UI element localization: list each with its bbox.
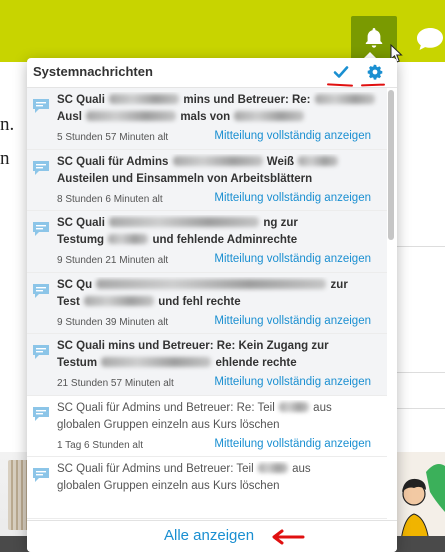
redacted-text	[86, 111, 177, 121]
notification-subject: SC Qu zur Test und fehl rechte	[57, 277, 379, 311]
background-text-line: n	[0, 148, 10, 169]
redacted-text	[257, 463, 288, 473]
checkmark-icon[interactable]	[333, 64, 349, 80]
subject-text: Testumg	[57, 234, 105, 246]
redacted-text	[84, 295, 154, 306]
message-icon	[33, 99, 49, 113]
message-icon	[33, 406, 49, 421]
red-annotation-underline	[326, 83, 354, 87]
subject-text: einzeln aus Kurs löschen	[151, 418, 280, 431]
background-divider	[395, 246, 445, 247]
redacted-text	[298, 155, 339, 166]
notification-item[interactable]: SC Quali für Admins Weiß Austeilen und E…	[27, 149, 387, 211]
subject-text: globalen Gruppen einzeln aus Kurs lösche…	[57, 480, 280, 492]
subject-text: mals von	[180, 111, 231, 123]
subject-text: mins und Betreuer: Re:	[183, 94, 311, 106]
subject-text: zur	[330, 278, 348, 291]
redacted-text	[234, 111, 305, 121]
subject-text: SC Quali	[57, 217, 105, 229]
subject-text: SC Quali für Admins	[57, 155, 169, 168]
notification-item[interactable]: SC Quali ng zur Testumg und fehlende Adm…	[27, 211, 387, 273]
gear-icon[interactable]	[367, 64, 383, 80]
notification-age: 9 Stunden 39 Minuten alt	[57, 316, 169, 328]
show-full-message-link[interactable]: Mitteilung vollständig anzeigen	[214, 438, 371, 450]
subject-text: mins und Betreuer: Re: Kein Zugang zur	[108, 340, 329, 352]
notification-age: 1 Tag 6 Stunden alt	[57, 439, 143, 451]
subject-text: ng zur	[263, 217, 298, 229]
subject-text: SC Quali	[57, 340, 105, 352]
redacted-text	[109, 217, 260, 227]
show-full-message-link[interactable]: Mitteilung vollständig anzeigen	[214, 376, 371, 388]
redacted-text	[109, 94, 180, 104]
background-divider	[395, 408, 445, 409]
background-divider	[395, 372, 445, 373]
notification-subject: SC Quali mins und Betreuer: Re: Ausl mal…	[57, 92, 379, 126]
subject-text: Ausl	[57, 111, 82, 123]
notification-age: 8 Stunden 6 Minuten alt	[57, 193, 163, 205]
subject-text: aus	[313, 401, 332, 414]
subject-text: Test	[57, 295, 80, 308]
subject-text: und fehl rechte	[158, 295, 241, 308]
red-annotation-underline	[360, 83, 386, 87]
notification-age: 21 Stunden 57 Minuten alt	[57, 378, 174, 389]
subject-text: globalen Gruppen	[57, 418, 149, 431]
notification-item[interactable]: SC Qu zur Test und fehl rechte 9 Stunden…	[27, 272, 387, 334]
notification-list: SC Quali mins und Betreuer: Re: Ausl mal…	[27, 88, 387, 520]
bell-icon	[365, 28, 383, 48]
dropdown-header: Systemnachrichten	[27, 58, 397, 88]
notification-age: 9 Stunden 21 Minuten alt	[57, 255, 169, 266]
redacted-text	[96, 278, 327, 289]
redacted-text	[172, 155, 263, 166]
subject-text: Weiß	[266, 155, 295, 168]
message-icon	[33, 160, 49, 175]
subject-text: SC Quali	[57, 94, 105, 106]
chat-bubble-icon	[417, 28, 443, 50]
subject-text: ehlende rechte	[215, 357, 297, 369]
notification-age: 5 Stunden 57 Minuten alt	[57, 132, 169, 143]
notification-item[interactable]: SC Quali für Admins und Betreuer: Re: Te…	[27, 396, 387, 457]
notification-subject: SC Quali für Admins Weiß Austeilen und E…	[57, 154, 379, 188]
redacted-text	[278, 401, 309, 412]
show-full-message-link[interactable]: Mitteilung vollständig anzeigen	[214, 130, 371, 142]
notification-item[interactable]: SC Quali mins und Betreuer: Re: Ausl mal…	[27, 88, 387, 150]
show-full-message-link[interactable]: Mitteilung vollständig anzeigen	[214, 192, 371, 204]
message-icon	[33, 283, 49, 298]
subject-text: SC Qu	[57, 278, 93, 291]
notifications-dropdown: Systemnachrichten SC Quali mins und Betr…	[27, 58, 397, 552]
subject-text: SC Quali für Admins und Betreuer: Teil	[57, 463, 254, 475]
chat-button[interactable]	[412, 20, 445, 56]
subject-text: Austeilen und Einsammeln von Arbeitsblät…	[57, 172, 313, 185]
redacted-text	[108, 234, 149, 244]
message-icon	[33, 345, 49, 359]
message-icon	[33, 468, 49, 482]
subject-text: und fehlende Adminrechte	[152, 234, 298, 246]
show-all-link[interactable]: Alle anzeigen	[164, 527, 254, 544]
notification-item[interactable]: SC Quali für Admins und Betreuer: Teil a…	[27, 457, 387, 519]
dropdown-title: Systemnachrichten	[33, 64, 153, 79]
subject-text: SC Quali für Admins und Betreuer: Re: Te…	[57, 401, 275, 414]
show-full-message-link[interactable]: Mitteilung vollständig anzeigen	[214, 315, 371, 327]
background-text-line: n.	[0, 114, 15, 135]
scrollbar-thumb[interactable]	[388, 90, 394, 240]
notification-item[interactable]: SC Quali mins und Betreuer: Re: Kein Zug…	[27, 334, 387, 396]
notification-subject: SC Quali ng zur Testumg und fehlende Adm…	[57, 215, 379, 249]
list-scrollbar[interactable]	[388, 90, 394, 518]
show-full-message-link[interactable]: Mitteilung vollständig anzeigen	[214, 253, 371, 265]
subject-text: aus	[292, 463, 311, 475]
notification-subject: SC Quali mins und Betreuer: Re: Kein Zug…	[57, 338, 379, 372]
message-icon	[33, 222, 49, 236]
redacted-text	[314, 94, 375, 104]
notification-subject: SC Quali für Admins und Betreuer: Teil a…	[57, 461, 379, 495]
redacted-text	[101, 357, 212, 367]
dropdown-footer: Alle anzeigen	[27, 520, 397, 552]
red-annotation-arrow-icon	[272, 529, 305, 545]
notification-subject: SC Quali für Admins und Betreuer: Re: Te…	[57, 400, 379, 434]
subject-text: Testum	[57, 357, 98, 369]
